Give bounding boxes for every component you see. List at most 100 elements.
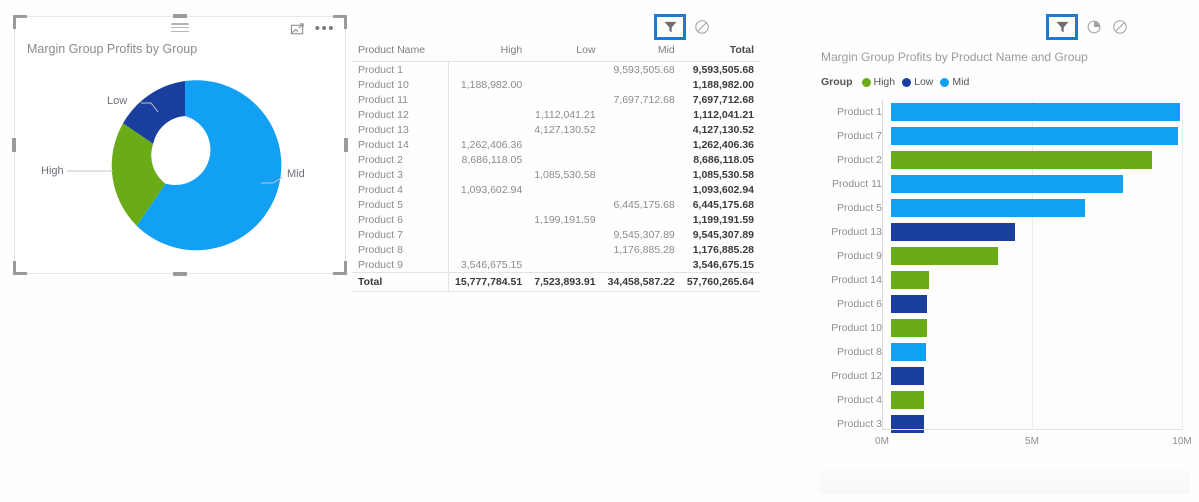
x-axis-tick: 10M <box>1172 436 1192 447</box>
table-row[interactable]: Product 12 1,112,041.21 1,112,041.21 <box>352 107 760 122</box>
selection-handle-bottom-left[interactable] <box>13 261 27 275</box>
table-row[interactable]: Product 13 4,127,130.52 4,127,130.52 <box>352 122 760 137</box>
table-row[interactable]: Product 1 9,593,505.68 9,593,505.68 <box>352 61 760 77</box>
total-mid: 34,458,587.22 <box>601 272 681 291</box>
bar-chart-visual[interactable]: Margin Group Profits by Product Name and… <box>812 8 1192 478</box>
table-cell-low <box>528 137 601 152</box>
table-row[interactable]: Product 9 3,546,675.15 3,546,675.15 <box>352 257 760 273</box>
bar-fill[interactable] <box>891 343 927 361</box>
table-cell-name: Product 12 <box>352 107 449 122</box>
bar-row[interactable]: Product 1 <box>812 100 1192 124</box>
legend-label-low: Low <box>914 76 934 88</box>
filter-icon[interactable] <box>1046 14 1078 40</box>
table-cell-high: 8,686,118.05 <box>461 153 523 166</box>
bar-fill[interactable] <box>891 391 924 409</box>
bar-row[interactable]: Product 10 <box>812 316 1192 340</box>
table-row[interactable]: Product 10 1,188,982.00 1,188,982.00 <box>352 77 760 92</box>
table-row[interactable]: Product 11 7,697,712.68 7,697,712.68 <box>352 92 760 107</box>
bar-row[interactable]: Product 9 <box>812 244 1192 268</box>
table-cell-mid <box>602 107 681 122</box>
drag-handle-icon[interactable] <box>171 23 189 32</box>
table-row[interactable]: Product 5 6,445,175.68 6,445,175.68 <box>352 197 760 212</box>
bar-plot-area: Product 1 Product 7 Product 2 Product 11 Pro… <box>812 100 1192 452</box>
table-column-header[interactable]: High <box>448 44 529 62</box>
focus-mode-icon[interactable] <box>290 22 305 42</box>
bar-row[interactable]: Product 13 <box>812 220 1192 244</box>
total-total: 57,760,265.64 <box>680 272 760 291</box>
bar-row[interactable]: Product 8 <box>812 340 1192 364</box>
legend-swatch-high <box>861 77 871 87</box>
bar-fill[interactable] <box>891 247 998 265</box>
bar-fill[interactable] <box>891 223 1016 241</box>
bar-track <box>891 268 1192 292</box>
bar-fill[interactable] <box>891 367 925 385</box>
bar-fill[interactable] <box>891 127 1179 145</box>
legend-label-high: High <box>873 76 896 88</box>
table-row[interactable]: Product 6 1,199,191.59 1,199,191.59 <box>352 212 760 227</box>
selection-handle-left[interactable] <box>12 138 16 152</box>
legend-item-high[interactable]: High <box>861 76 896 88</box>
bar-fill[interactable] <box>891 415 924 433</box>
bar-row[interactable]: Product 7 <box>812 124 1192 148</box>
donut-chart-visual[interactable]: ••• Margin Group Profits by Group Low Hi… <box>12 14 348 276</box>
pie-chart-icon[interactable] <box>1084 17 1104 37</box>
table-cell-low: 1,199,191.59 <box>534 213 596 226</box>
filter-icon[interactable] <box>654 14 686 40</box>
table-cell-mid <box>602 152 681 167</box>
legend-label-mid: Mid <box>952 76 970 88</box>
table-row[interactable]: Product 7 9,545,307.89 9,545,307.89 <box>352 227 760 242</box>
table-total-row[interactable]: Total 15,777,784.51 7,523,893.91 34,458,… <box>352 272 760 291</box>
bar-row[interactable]: Product 14 <box>812 268 1192 292</box>
selection-handle-top-right[interactable] <box>333 15 347 29</box>
x-axis-labels: 0M 5M 10M <box>875 432 1192 452</box>
legend-swatch-mid <box>940 77 950 87</box>
selection-handle-bottom-right[interactable] <box>333 261 347 275</box>
table-row[interactable]: Product 3 1,085,530.58 1,085,530.58 <box>352 167 760 182</box>
selection-handle-top[interactable] <box>173 14 187 18</box>
legend-item-low[interactable]: Low <box>902 76 933 88</box>
table-cell-total: 1,093,602.94 <box>692 183 754 196</box>
table-visual[interactable]: Product Name High Low Mid Total Product … <box>352 8 760 298</box>
table-cell-mid: 6,445,175.68 <box>613 198 675 211</box>
table-cell-high <box>449 212 529 227</box>
selection-handle-top-left[interactable] <box>13 15 27 29</box>
no-entry-icon[interactable] <box>1110 17 1130 37</box>
table-column-header[interactable]: Low <box>528 44 602 62</box>
bar-row[interactable]: Product 6 <box>812 292 1192 316</box>
table-cell-name: Product 9 <box>352 257 449 273</box>
bar-row[interactable]: Product 2 <box>812 148 1192 172</box>
profits-table[interactable]: Product Name High Low Mid Total Product … <box>352 44 760 291</box>
table-column-header[interactable]: Mid <box>601 44 681 62</box>
table-cell-name: Product 1 <box>352 61 449 77</box>
bar-fill[interactable] <box>891 271 929 289</box>
legend-item-mid[interactable]: Mid <box>940 76 969 88</box>
bar-track <box>891 148 1192 172</box>
selection-handle-bottom[interactable] <box>173 272 187 276</box>
bar-fill[interactable] <box>891 151 1153 169</box>
table-column-header[interactable]: Total <box>680 44 760 62</box>
selection-handle-right[interactable] <box>344 138 348 152</box>
bar-row[interactable]: Product 4 <box>812 388 1192 412</box>
table-cell-mid <box>602 182 681 197</box>
table-row[interactable]: Product 14 1,262,406.36 1,262,406.36 <box>352 137 760 152</box>
legend-swatch-low <box>902 77 912 87</box>
table-row[interactable]: Product 4 1,093,602.94 1,093,602.94 <box>352 182 760 197</box>
bar-row[interactable]: Product 12 <box>812 364 1192 388</box>
bar-fill[interactable] <box>891 295 928 313</box>
bar-fill[interactable] <box>891 199 1085 217</box>
donut-plot-area: Low High Mid <box>15 55 345 271</box>
table-row[interactable]: Product 8 1,176,885.28 1,176,885.28 <box>352 242 760 257</box>
no-entry-icon[interactable] <box>692 17 712 37</box>
bar-track <box>891 244 1192 268</box>
donut-label-low: Low <box>107 95 128 107</box>
table-column-header[interactable]: Product Name <box>352 44 449 62</box>
bar-row[interactable]: Product 5 <box>812 196 1192 220</box>
more-options-icon[interactable]: ••• <box>315 21 335 36</box>
bar-fill[interactable] <box>891 319 927 337</box>
table-row[interactable]: Product 2 8,686,118.05 8,686,118.05 <box>352 152 760 167</box>
table-cell-high <box>449 167 529 182</box>
bar-row[interactable]: Product 11 <box>812 172 1192 196</box>
bar-category-label: Product 7 <box>837 130 882 142</box>
bar-fill[interactable] <box>891 103 1180 121</box>
bar-fill[interactable] <box>891 175 1123 193</box>
